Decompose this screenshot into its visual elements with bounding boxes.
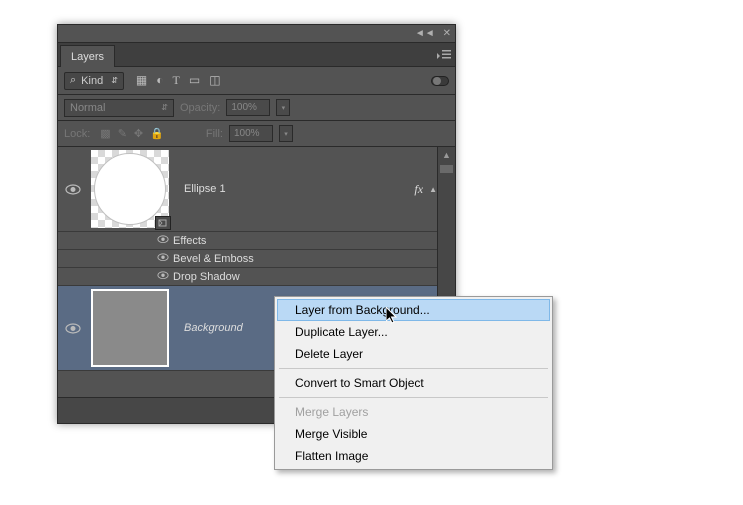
menu-merge-layers: Merge Layers [277, 401, 550, 423]
filter-smart-icon[interactable]: ◫ [209, 73, 220, 88]
panel-menu-icon[interactable] [437, 47, 451, 65]
effects-visibility-toggle[interactable] [155, 235, 172, 246]
lock-transparency-icon[interactable]: ▩ [100, 127, 110, 140]
filter-type-icon[interactable]: T [173, 73, 180, 88]
menu-delete-layer[interactable]: Delete Layer [277, 343, 550, 365]
menu-flatten-image[interactable]: Flatten Image [277, 445, 550, 467]
fx-indicator[interactable]: fx [414, 182, 423, 197]
search-icon: ⌕ [70, 74, 76, 87]
fill-field[interactable]: 100% [229, 125, 273, 142]
opacity-field[interactable]: 100% [226, 99, 270, 116]
lock-position-icon[interactable]: ✥ [134, 127, 143, 140]
blend-mode-select[interactable]: Normal ⇵ [64, 99, 174, 117]
collapse-effects-icon[interactable]: ▲ [429, 185, 437, 194]
filter-toggle[interactable] [431, 76, 449, 86]
chevron-down-icon: ⇵ [111, 76, 118, 85]
close-icon[interactable]: ✕ [443, 28, 451, 39]
visibility-toggle[interactable] [58, 184, 88, 195]
opacity-label: Opacity: [180, 102, 220, 114]
lock-icons-group: ▩ ✎ ✥ 🔒 [100, 127, 164, 140]
filter-kind-select[interactable]: ⌕ Kind ⇵ [64, 72, 124, 90]
opacity-dropdown-icon[interactable]: ▾ [276, 99, 290, 116]
scroll-up-arrow[interactable]: ▲ [442, 150, 451, 160]
layer-name-label[interactable]: Background [184, 322, 243, 334]
layer-context-menu: Layer from Background... Duplicate Layer… [274, 296, 553, 470]
collapse-icon[interactable]: ◄◄ [415, 28, 435, 39]
filter-type-icons: ▦ ◐ T ▭ ◫ [136, 73, 221, 88]
layer-thumbnail[interactable] [91, 150, 169, 228]
menu-merge-visible[interactable]: Merge Visible [277, 423, 550, 445]
tab-layers[interactable]: Layers [60, 45, 115, 67]
filter-adjustment-icon[interactable]: ◐ [156, 73, 163, 88]
visibility-toggle[interactable] [58, 323, 88, 334]
panel-titlebar: ◄◄ ✕ [58, 25, 455, 43]
filter-kind-label: Kind [81, 75, 103, 87]
chevron-down-icon: ⇵ [161, 103, 168, 112]
blend-mode-value: Normal [70, 102, 105, 114]
panel-tabs: Layers [58, 43, 455, 67]
lock-label: Lock: [64, 128, 90, 140]
menu-duplicate-layer[interactable]: Duplicate Layer... [277, 321, 550, 343]
lock-row: Lock: ▩ ✎ ✥ 🔒 Fill: 100% ▾ [58, 121, 455, 147]
fill-label: Fill: [206, 128, 223, 140]
effect-drop-shadow[interactable]: Drop Shadow [58, 268, 455, 286]
effect-name: Drop Shadow [173, 271, 240, 283]
ellipse-shape-preview [94, 153, 166, 225]
menu-layer-from-background[interactable]: Layer from Background... [277, 299, 550, 321]
lock-all-icon[interactable]: 🔒 [150, 127, 164, 140]
eye-icon [65, 323, 81, 334]
layer-name-label[interactable]: Ellipse 1 [184, 183, 226, 195]
filter-pixel-icon[interactable]: ▦ [136, 73, 147, 88]
effect-name: Bevel & Emboss [173, 253, 254, 265]
scrollbar-thumb[interactable] [440, 165, 453, 173]
layer-row-ellipse[interactable]: Ellipse 1 fx ▲ [58, 147, 455, 232]
menu-convert-smart-object[interactable]: Convert to Smart Object [277, 372, 550, 394]
menu-separator [279, 397, 548, 398]
effect-visibility-toggle[interactable] [155, 253, 172, 264]
effects-label: Effects [173, 235, 206, 247]
eye-icon [65, 184, 81, 195]
filter-shape-icon[interactable]: ▭ [189, 73, 200, 88]
effect-bevel-emboss[interactable]: Bevel & Emboss [58, 250, 455, 268]
menu-separator [279, 368, 548, 369]
blend-row: Normal ⇵ Opacity: 100% ▾ [58, 95, 455, 121]
layer-filter-bar: ⌕ Kind ⇵ ▦ ◐ T ▭ ◫ [58, 67, 455, 95]
effects-header-row[interactable]: Effects [58, 232, 455, 250]
layer-thumbnail[interactable] [91, 289, 169, 367]
fill-dropdown-icon[interactable]: ▾ [279, 125, 293, 142]
shape-layer-badge [155, 216, 171, 230]
effect-visibility-toggle[interactable] [155, 271, 172, 282]
lock-pixels-icon[interactable]: ✎ [118, 127, 127, 140]
